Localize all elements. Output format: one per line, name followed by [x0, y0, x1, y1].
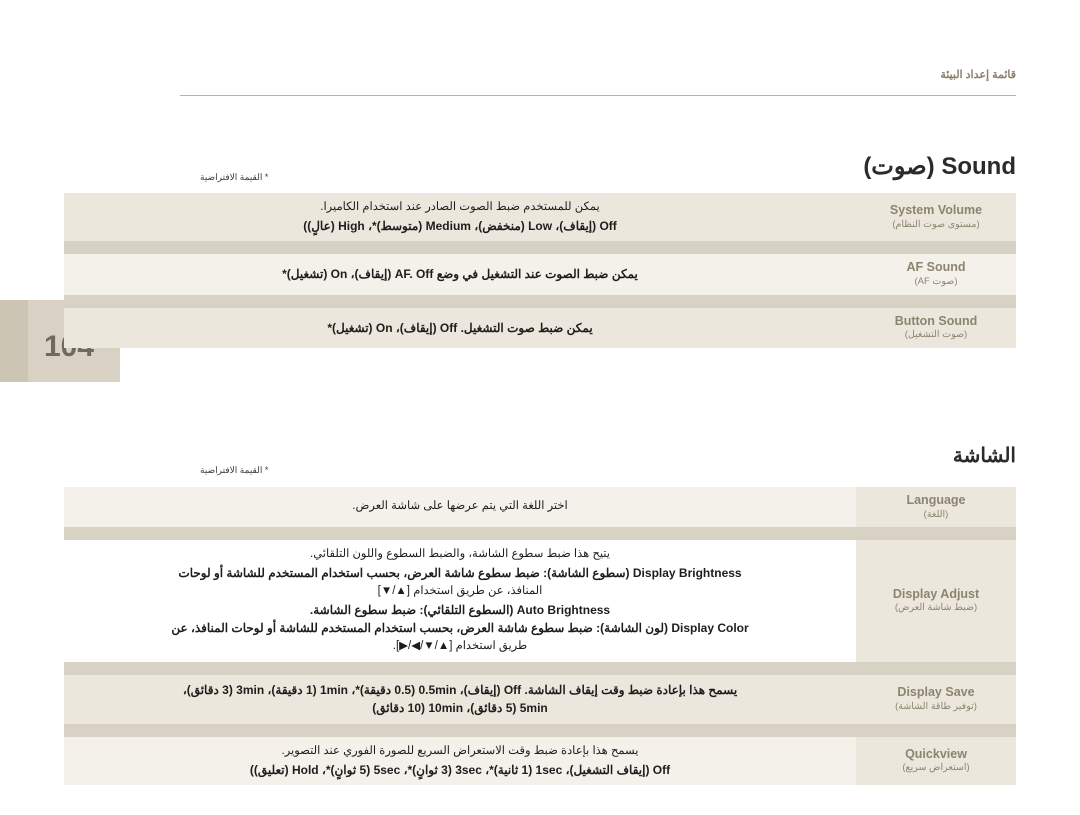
desc-line: يمكن ضبط صوت التشغيل. Off (إيقاف)، On (ت…: [327, 320, 593, 335]
row-label-ar: (صوت التشغيل): [904, 329, 968, 341]
desc-line: اختر اللغة التي يتم عرضها على شاشة العرض…: [352, 500, 568, 513]
desc-line: يتيح هذا ضبط سطوع الشاشة، والضبط السطوع …: [310, 548, 610, 561]
desc-line: يمكن ضبط الصوت عند التشغيل في وضع AF. Of…: [282, 267, 638, 282]
desc-line: Auto Brightness (السطوع التلقائي): ضبط س…: [309, 602, 611, 617]
footnote-sound: * القيمة الافتراضية: [200, 172, 269, 182]
row-separator: [64, 527, 1016, 541]
section-title-sound: Sound (صوت): [863, 153, 1016, 180]
desc-line: 5min (5 دقائق)، 10min (10 دقائق): [372, 701, 548, 716]
desc-line: Display Color (لون الشاشة): ضبط سطوع شاش…: [171, 621, 749, 636]
table-row: Display Adjust (ضبط شاشة العرض) يتيح هذا…: [64, 540, 1016, 662]
row-label-ar: (صوت AF): [914, 276, 958, 288]
row-label-en: Quickview: [905, 746, 967, 761]
row-label-ar: (توفير طاقة الشاشة): [895, 700, 977, 712]
table-row: Quickview (استعراض سريع) يسمح هذا بإعادة…: [64, 736, 1016, 786]
section-title-display: الشاشة: [952, 445, 1016, 467]
row-label-en: Language: [906, 493, 966, 507]
row-label-ar: (مستوى صوت النظام): [892, 218, 980, 230]
row-description-cell: يمكن للمستخدم ضبط الصوت الصادر عند استخد…: [64, 193, 856, 242]
row-label-en: Display Save: [897, 685, 975, 700]
row-label-cell: Button Sound (صوت التشغيل): [856, 307, 1016, 349]
desc-line: طريق استخدام [▲/▼/◀/▶].: [392, 639, 528, 652]
settings-table-sound: System Volume (مستوى صوت النظام) يمكن لل…: [64, 193, 1016, 349]
row-label-ar: (اللغة): [923, 508, 949, 520]
desc-line: Off (إيقاف التشغيل)، 1sec (1 ثانية)*، 3s…: [249, 762, 671, 777]
page-edge-tab-inner: [0, 300, 28, 382]
desc-line: Off (إيقاف)، Low (منخفض)، Medium (متوسط)…: [303, 218, 617, 233]
table-row: Display Save (توفير طاقة الشاشة) يسمح هذ…: [64, 674, 1016, 724]
desc-line: يسمح هذا بإعادة ضبط وقت الاستعراض السريع…: [281, 744, 639, 757]
row-label-en: Button Sound: [894, 313, 978, 328]
table-row: AF Sound (صوت AF) يمكن ضبط الصوت عند الت…: [64, 254, 1016, 295]
desc-line: يمكن للمستخدم ضبط الصوت الصادر عند استخد…: [320, 201, 600, 213]
header-divider: [180, 95, 1016, 96]
row-description-cell: يسمح هذا بإعادة ضبط وقت إيقاف الشاشة. Of…: [64, 674, 856, 724]
row-label-cell: Display Adjust (ضبط شاشة العرض): [856, 540, 1016, 662]
settings-table-display: Language (اللغة) اختر اللغة التي يتم عرض…: [64, 487, 1016, 786]
row-label-cell: System Volume (مستوى صوت النظام): [856, 193, 1016, 242]
row-separator: [64, 723, 1016, 737]
desc-line: يسمح هذا بإعادة ضبط وقت إيقاف الشاشة. Of…: [182, 682, 738, 697]
row-description-cell: يمكن ضبط الصوت عند التشغيل في وضع AF. Of…: [64, 254, 856, 295]
row-label-en: System Volume: [889, 202, 983, 217]
row-description-cell: يمكن ضبط صوت التشغيل. Off (إيقاف)، On (ت…: [64, 307, 856, 349]
row-separator: [64, 294, 1016, 308]
page-left-margin: [0, 0, 30, 815]
table-row: Language (اللغة) اختر اللغة التي يتم عرض…: [64, 487, 1016, 528]
row-description-cell: اختر اللغة التي يتم عرضها على شاشة العرض…: [64, 487, 856, 528]
row-label-cell: Language (اللغة): [856, 487, 1016, 528]
row-label-ar: (ضبط شاشة العرض): [894, 602, 978, 614]
table-row: Button Sound (صوت التشغيل) يمكن ضبط صوت …: [64, 307, 1016, 349]
row-label-cell: AF Sound (صوت AF): [856, 254, 1016, 295]
running-header-title: قائمة إعداد البيئة: [940, 69, 1016, 81]
table-row: System Volume (مستوى صوت النظام) يمكن لل…: [64, 193, 1016, 242]
desc-line: المنافذ، عن طريق استخدام [▲/▼]: [377, 584, 543, 597]
footnote-display: * القيمة الافتراضية: [200, 465, 269, 475]
desc-line: Display Brightness (سطوع الشاشة): ضبط سط…: [178, 566, 742, 581]
row-label-cell: Display Save (توفير طاقة الشاشة): [856, 674, 1016, 724]
row-description-cell: يسمح هذا بإعادة ضبط وقت الاستعراض السريع…: [64, 736, 856, 786]
row-separator: [64, 241, 1016, 255]
row-separator: [64, 661, 1016, 675]
row-label-en: Display Adjust: [892, 586, 980, 601]
row-label-ar: (استعراض سريع): [902, 762, 970, 774]
row-label-en: AF Sound: [906, 260, 966, 275]
row-description-cell: يتيح هذا ضبط سطوع الشاشة، والضبط السطوع …: [64, 540, 856, 662]
row-label-cell: Quickview (استعراض سريع): [856, 736, 1016, 786]
